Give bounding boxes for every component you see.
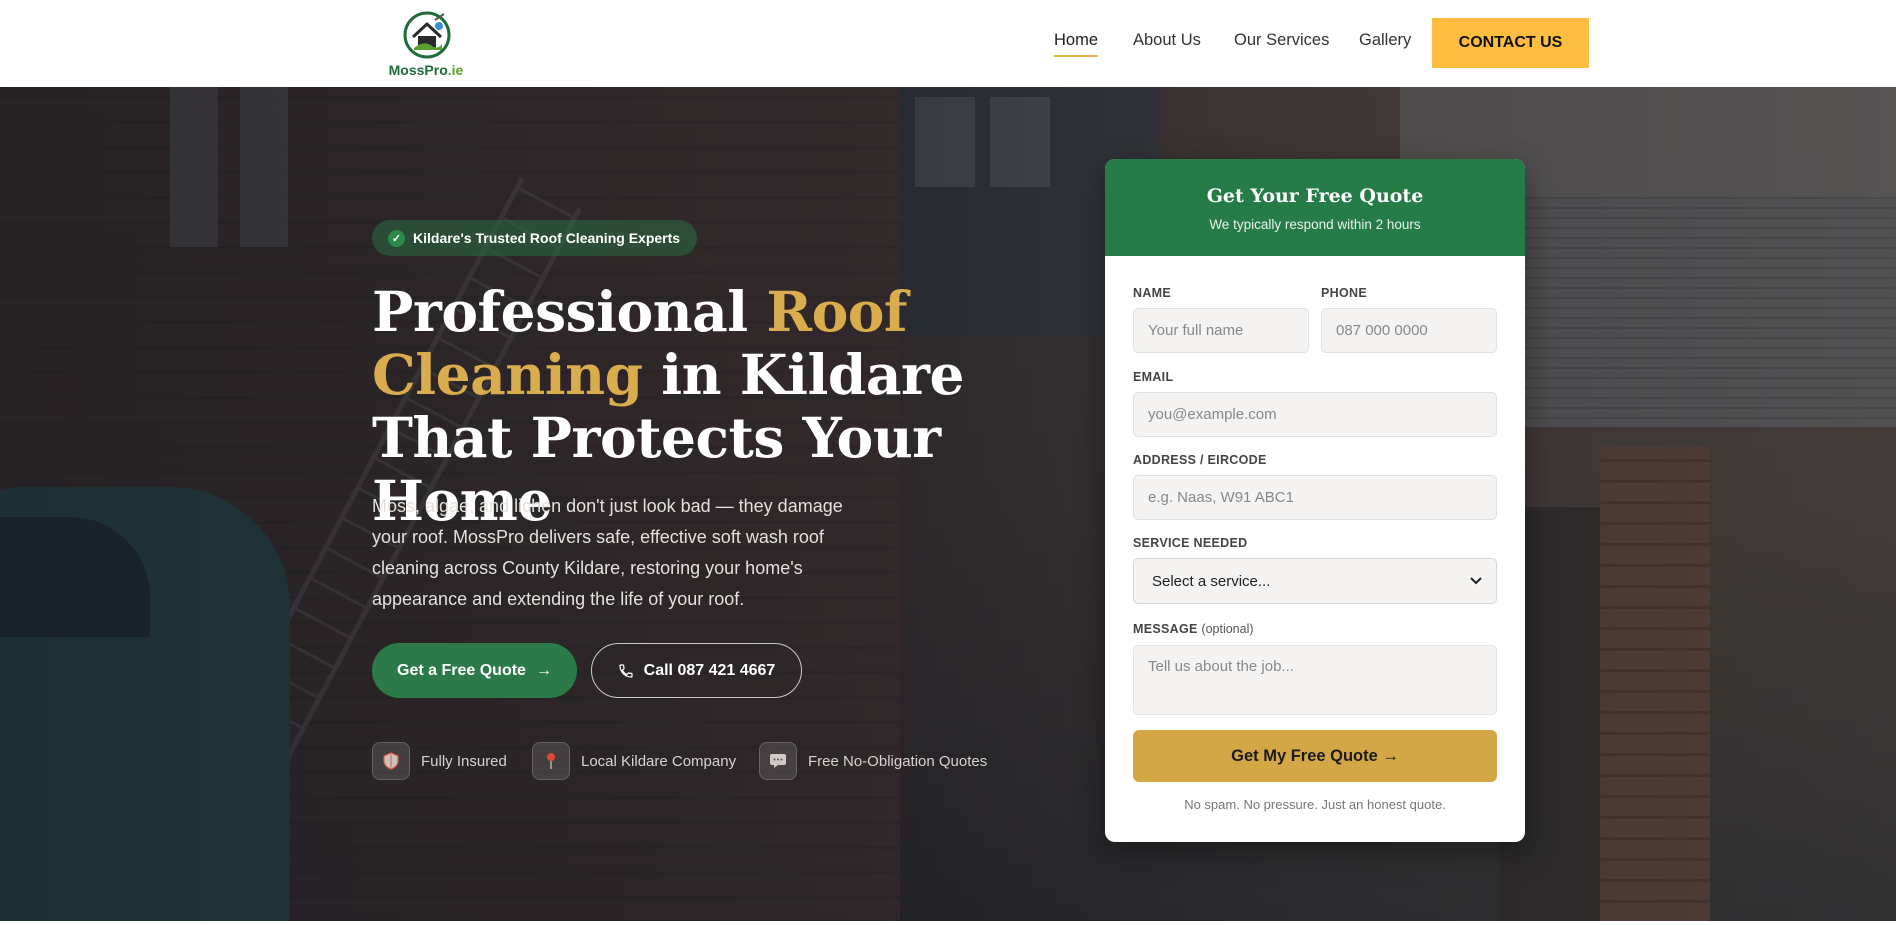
check-icon: ✓ xyxy=(388,229,405,247)
quote-form-subtitle: We typically respond within 2 hours xyxy=(1209,217,1421,232)
get-free-quote-button[interactable]: Get a Free Quote → xyxy=(372,643,577,698)
chat-bubble-icon xyxy=(759,742,797,780)
nav-gallery[interactable]: Gallery xyxy=(1359,31,1411,50)
phone-label: PHONE xyxy=(1321,286,1367,300)
service-label: SERVICE NEEDED xyxy=(1133,536,1248,550)
submit-quote-button[interactable]: Get My Free Quote → xyxy=(1133,730,1497,782)
shield-icon xyxy=(372,742,410,780)
logo-wordmark: MossPro.ie xyxy=(388,62,464,78)
address-label: ADDRESS / EIRCODE xyxy=(1133,453,1267,467)
headline-part-1: Professional xyxy=(372,279,767,344)
service-select[interactable]: Select a service... xyxy=(1133,558,1497,604)
quote-form-card: Get Your Free Quote We typically respond… xyxy=(1105,159,1525,842)
nav-home[interactable]: Home xyxy=(1054,31,1099,57)
trust-item-local: Local Kildare Company xyxy=(532,742,736,780)
quote-form-header: Get Your Free Quote We typically respond… xyxy=(1105,159,1525,256)
trust-badge-label: Kildare's Trusted Roof Cleaning Experts xyxy=(413,230,681,246)
trust-badge: ✓ Kildare's Trusted Roof Cleaning Expert… xyxy=(372,220,698,256)
contact-us-button[interactable]: CONTACT US xyxy=(1432,18,1589,68)
email-label: EMAIL xyxy=(1133,370,1174,384)
brand-logo[interactable]: MossPro.ie xyxy=(384,10,468,80)
map-pin-icon xyxy=(532,742,570,780)
name-label: NAME xyxy=(1133,286,1172,300)
get-free-quote-label: Get a Free Quote xyxy=(397,661,526,679)
message-label-text: MESSAGE xyxy=(1133,622,1198,636)
logo-house-icon xyxy=(403,11,451,59)
service-select-value: Select a service... xyxy=(1152,572,1271,590)
name-input[interactable] xyxy=(1133,308,1309,353)
message-textarea[interactable] xyxy=(1133,645,1497,715)
call-phone-label: Call 087 421 4667 xyxy=(643,661,776,679)
phone-input[interactable] xyxy=(1321,308,1497,353)
trust-item-quotes: Free No-Obligation Quotes xyxy=(759,742,987,780)
trust-label: Free No-Obligation Quotes xyxy=(808,752,988,770)
nav-our-services[interactable]: Our Services xyxy=(1234,31,1329,50)
call-phone-button[interactable]: Call 087 421 4667 xyxy=(591,643,802,698)
trust-item-insured: Fully Insured xyxy=(372,742,507,780)
nav-about-us[interactable]: About Us xyxy=(1133,31,1201,50)
trust-label: Fully Insured xyxy=(421,752,507,770)
trust-label: Local Kildare Company xyxy=(581,752,737,770)
phone-icon xyxy=(619,663,633,678)
hero-section: ✓ Kildare's Trusted Roof Cleaning Expert… xyxy=(0,87,1896,921)
address-input[interactable] xyxy=(1133,475,1497,520)
quote-form-title: Get Your Free Quote xyxy=(1206,185,1424,207)
page-bottom-divider xyxy=(0,921,1896,925)
message-label: MESSAGE (optional) xyxy=(1133,622,1254,636)
message-optional-text: (optional) xyxy=(1201,622,1254,636)
email-input[interactable] xyxy=(1133,392,1497,437)
site-header: MossPro.ie Home About Us Our Services Ga… xyxy=(0,0,1896,87)
arrow-right-icon: → xyxy=(535,661,552,679)
form-fine-print: No spam. No pressure. Just an honest quo… xyxy=(1184,797,1446,812)
chevron-down-icon xyxy=(1470,577,1482,585)
hero-description: Moss, algae, and lichen don't just look … xyxy=(372,496,843,609)
